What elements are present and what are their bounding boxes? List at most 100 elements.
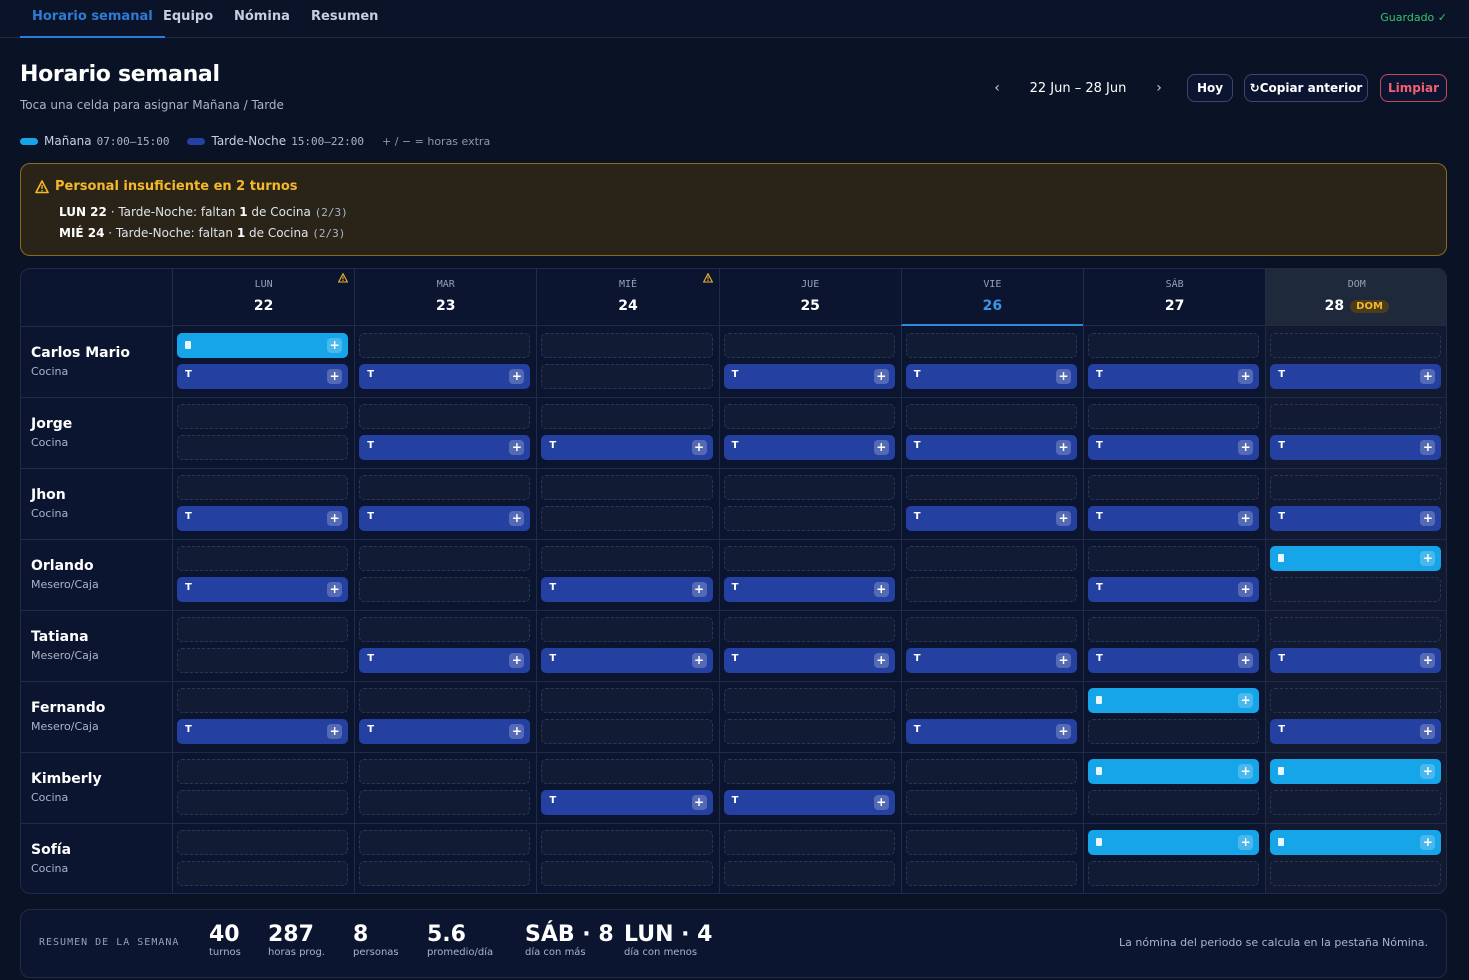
- morning-shift-slot[interactable]: M+: [1088, 688, 1260, 713]
- empty-shift-slot[interactable]: [1088, 475, 1260, 500]
- empty-shift-slot[interactable]: [905, 759, 1077, 784]
- empty-shift-slot[interactable]: [723, 475, 895, 500]
- morning-shift-slot[interactable]: M+: [177, 333, 349, 358]
- add-extra-hours-icon[interactable]: +: [1420, 724, 1436, 739]
- add-extra-hours-icon[interactable]: +: [1238, 764, 1254, 779]
- empty-shift-slot[interactable]: [1270, 688, 1442, 713]
- add-extra-hours-icon[interactable]: +: [327, 338, 343, 353]
- empty-shift-slot[interactable]: [723, 861, 895, 886]
- empty-shift-slot[interactable]: [1270, 333, 1442, 358]
- add-extra-hours-icon[interactable]: +: [1420, 551, 1436, 566]
- add-extra-hours-icon[interactable]: +: [327, 511, 343, 526]
- empty-shift-slot[interactable]: [541, 475, 713, 500]
- tab-resumen[interactable]: Resumen: [299, 0, 390, 38]
- empty-shift-slot[interactable]: [723, 830, 895, 855]
- add-extra-hours-icon[interactable]: +: [509, 440, 525, 455]
- empty-shift-slot[interactable]: [723, 404, 895, 429]
- evening-shift-slot[interactable]: T +: [359, 506, 531, 531]
- add-extra-hours-icon[interactable]: +: [1420, 369, 1436, 384]
- evening-shift-slot[interactable]: T +: [177, 577, 349, 602]
- empty-shift-slot[interactable]: [1088, 861, 1260, 886]
- add-extra-hours-icon[interactable]: +: [509, 653, 525, 668]
- morning-shift-slot[interactable]: M+: [1270, 830, 1442, 855]
- empty-shift-slot[interactable]: [1270, 790, 1442, 815]
- empty-shift-slot[interactable]: [541, 861, 713, 886]
- evening-shift-slot[interactable]: T +: [1088, 577, 1260, 602]
- empty-shift-slot[interactable]: [359, 790, 531, 815]
- empty-shift-slot[interactable]: [541, 546, 713, 571]
- add-extra-hours-icon[interactable]: +: [509, 369, 525, 384]
- evening-shift-slot[interactable]: T +: [1088, 435, 1260, 460]
- empty-shift-slot[interactable]: [905, 830, 1077, 855]
- empty-shift-slot[interactable]: [359, 830, 531, 855]
- empty-shift-slot[interactable]: [359, 617, 531, 642]
- evening-shift-slot[interactable]: T +: [541, 435, 713, 460]
- empty-shift-slot[interactable]: [1270, 577, 1442, 602]
- empty-shift-slot[interactable]: [177, 475, 349, 500]
- add-extra-hours-icon[interactable]: +: [1238, 693, 1254, 708]
- add-extra-hours-icon[interactable]: +: [1055, 369, 1071, 384]
- empty-shift-slot[interactable]: [1088, 790, 1260, 815]
- add-extra-hours-icon[interactable]: +: [1420, 764, 1436, 779]
- empty-shift-slot[interactable]: [359, 759, 531, 784]
- add-extra-hours-icon[interactable]: +: [1420, 511, 1436, 526]
- add-extra-hours-icon[interactable]: +: [691, 653, 707, 668]
- empty-shift-slot[interactable]: [1088, 617, 1260, 642]
- add-extra-hours-icon[interactable]: +: [873, 653, 889, 668]
- morning-shift-slot[interactable]: M+: [1088, 830, 1260, 855]
- evening-shift-slot[interactable]: T +: [1270, 364, 1442, 389]
- add-extra-hours-icon[interactable]: +: [873, 369, 889, 384]
- add-extra-hours-icon[interactable]: +: [509, 511, 525, 526]
- empty-shift-slot[interactable]: [905, 404, 1077, 429]
- empty-shift-slot[interactable]: [1088, 333, 1260, 358]
- add-extra-hours-icon[interactable]: +: [1238, 369, 1254, 384]
- empty-shift-slot[interactable]: [177, 546, 349, 571]
- evening-shift-slot[interactable]: T +: [1088, 364, 1260, 389]
- empty-shift-slot[interactable]: [177, 404, 349, 429]
- copy-previous-button[interactable]: ↻Copiar anterior: [1244, 74, 1368, 102]
- add-extra-hours-icon[interactable]: +: [509, 724, 525, 739]
- empty-shift-slot[interactable]: [359, 333, 531, 358]
- evening-shift-slot[interactable]: T +: [723, 364, 895, 389]
- empty-shift-slot[interactable]: [905, 333, 1077, 358]
- evening-shift-slot[interactable]: T +: [359, 364, 531, 389]
- empty-shift-slot[interactable]: [359, 404, 531, 429]
- empty-shift-slot[interactable]: [1270, 861, 1442, 886]
- evening-shift-slot[interactable]: T +: [541, 790, 713, 815]
- empty-shift-slot[interactable]: [541, 617, 713, 642]
- empty-shift-slot[interactable]: [359, 861, 531, 886]
- evening-shift-slot[interactable]: T +: [1270, 719, 1442, 744]
- add-extra-hours-icon[interactable]: +: [1055, 724, 1071, 739]
- evening-shift-slot[interactable]: T +: [541, 577, 713, 602]
- empty-shift-slot[interactable]: [1088, 404, 1260, 429]
- evening-shift-slot[interactable]: T +: [177, 506, 349, 531]
- empty-shift-slot[interactable]: [723, 688, 895, 713]
- add-extra-hours-icon[interactable]: +: [873, 795, 889, 810]
- empty-shift-slot[interactable]: [905, 577, 1077, 602]
- empty-shift-slot[interactable]: [1270, 475, 1442, 500]
- evening-shift-slot[interactable]: T +: [1270, 435, 1442, 460]
- empty-shift-slot[interactable]: [177, 861, 349, 886]
- empty-shift-slot[interactable]: [905, 617, 1077, 642]
- evening-shift-slot[interactable]: T +: [905, 648, 1077, 673]
- next-week-icon[interactable]: ›: [1142, 80, 1176, 96]
- evening-shift-slot[interactable]: T +: [177, 719, 349, 744]
- evening-shift-slot[interactable]: T +: [1270, 506, 1442, 531]
- evening-shift-slot[interactable]: T +: [1270, 648, 1442, 673]
- evening-shift-slot[interactable]: T +: [723, 577, 895, 602]
- empty-shift-slot[interactable]: [177, 790, 349, 815]
- empty-shift-slot[interactable]: [1088, 719, 1260, 744]
- empty-shift-slot[interactable]: [359, 688, 531, 713]
- empty-shift-slot[interactable]: [723, 759, 895, 784]
- empty-shift-slot[interactable]: [723, 333, 895, 358]
- add-extra-hours-icon[interactable]: +: [1420, 440, 1436, 455]
- empty-shift-slot[interactable]: [1088, 546, 1260, 571]
- add-extra-hours-icon[interactable]: +: [1055, 440, 1071, 455]
- add-extra-hours-icon[interactable]: +: [1420, 653, 1436, 668]
- add-extra-hours-icon[interactable]: +: [1238, 653, 1254, 668]
- empty-shift-slot[interactable]: [541, 719, 713, 744]
- evening-shift-slot[interactable]: T +: [1088, 648, 1260, 673]
- empty-shift-slot[interactable]: [177, 617, 349, 642]
- empty-shift-slot[interactable]: [177, 688, 349, 713]
- add-extra-hours-icon[interactable]: +: [873, 582, 889, 597]
